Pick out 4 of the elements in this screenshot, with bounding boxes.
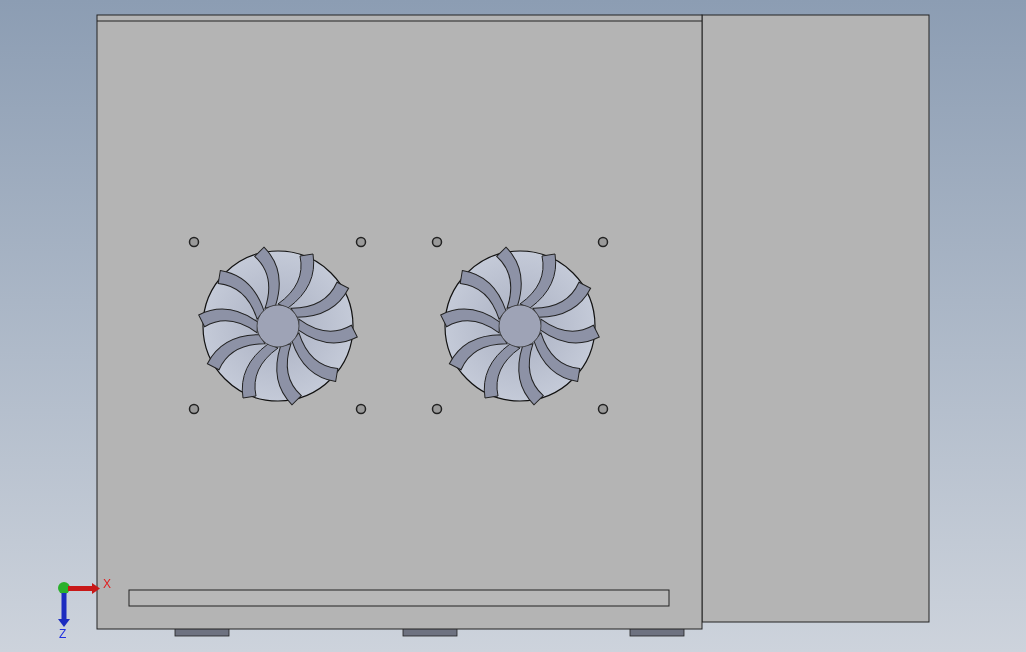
x-axis-arrow	[68, 583, 100, 594]
axis-label: X	[103, 577, 111, 591]
z-axis-arrow	[58, 593, 70, 627]
axis-label: Z	[59, 627, 67, 641]
